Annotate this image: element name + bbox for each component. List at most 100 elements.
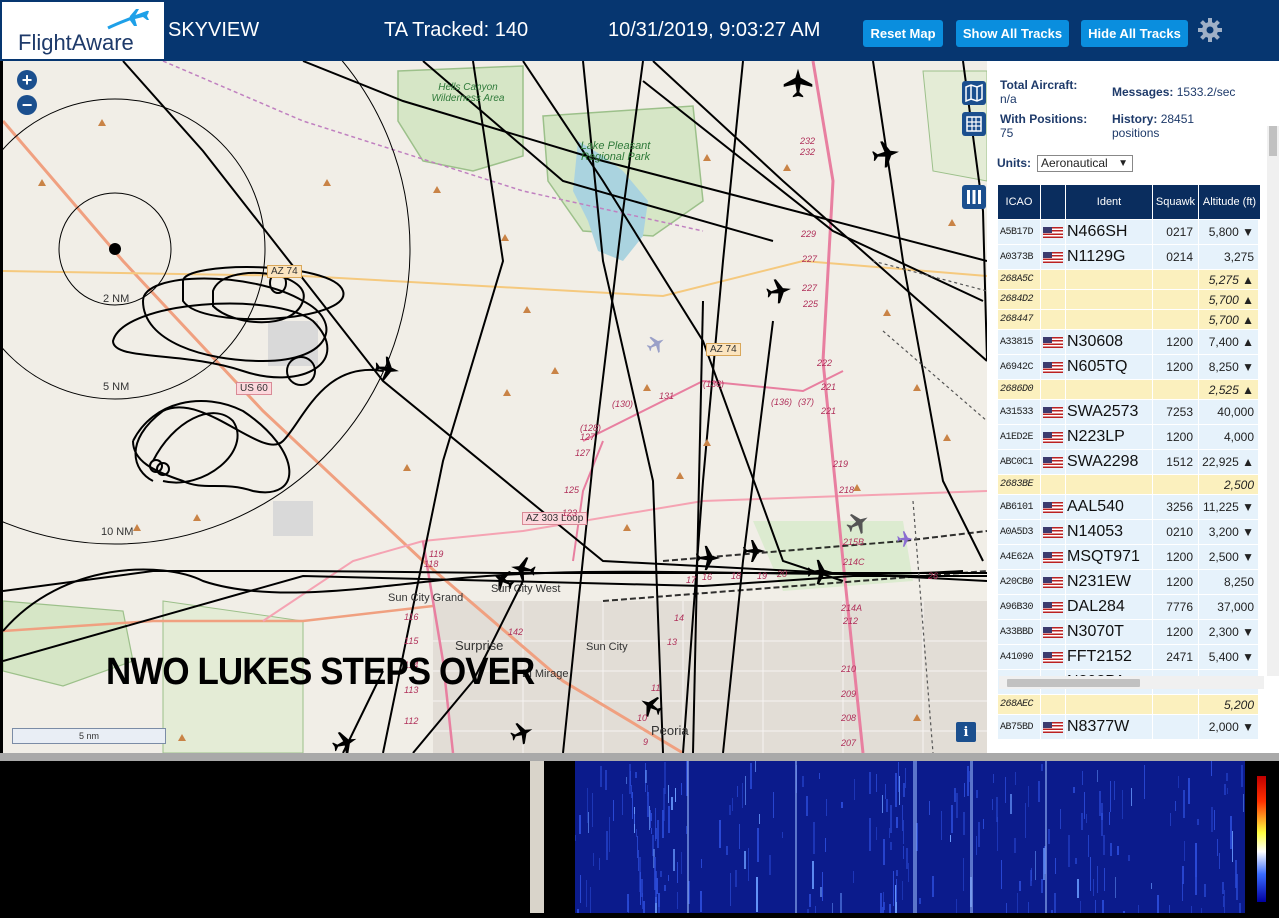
ident-cell: AAL540 xyxy=(1066,495,1153,519)
gear-icon[interactable] xyxy=(1197,17,1223,43)
column-header-ident[interactable]: Ident xyxy=(1066,185,1153,219)
history-label: History: xyxy=(1112,112,1158,126)
altitude-cell: 5,700 ▲ xyxy=(1199,310,1259,329)
zoom-out-button[interactable]: − xyxy=(17,95,37,115)
units-select[interactable]: Aeronautical ▼ xyxy=(1037,155,1133,172)
table-row[interactable]: A96B30 DAL284 7776 37,000 xyxy=(998,595,1261,620)
road-number: 210 xyxy=(841,664,857,674)
road-number: 9 xyxy=(643,737,649,747)
altitude-cell: 8,250 xyxy=(1199,570,1259,594)
icao-cell: AB75BD xyxy=(998,715,1041,739)
ident-cell: SWA2573 xyxy=(1066,400,1153,424)
ident-cell xyxy=(1066,270,1153,289)
map-layers-icon[interactable] xyxy=(962,81,986,105)
road-number: 221 xyxy=(821,382,837,392)
table-row[interactable]: 268447 5,700 ▲ xyxy=(998,310,1261,330)
table-vertical-scrollbar[interactable] xyxy=(1267,126,1279,676)
road-number: 127 xyxy=(575,448,591,458)
hide-all-tracks-button[interactable]: Hide All Tracks xyxy=(1081,20,1188,47)
table-row[interactable]: A4E62A MSQT971 1200 2,500 ▼ xyxy=(998,545,1261,570)
table-row[interactable]: A33815 N30608 1200 7,400 ▲ xyxy=(998,330,1261,355)
road-number: 221 xyxy=(821,406,837,416)
table-row[interactable]: A1ED2E N223LP 1200 4,000 xyxy=(998,425,1261,450)
table-row[interactable]: 2683BE 2,500 xyxy=(998,475,1261,495)
altitude-cell: 2,000 ▼ xyxy=(1199,715,1259,739)
squawk-cell: 1200 xyxy=(1153,425,1199,449)
datetime-display: 10/31/2019, 9:03:27 AM xyxy=(608,19,821,41)
us-flag-icon xyxy=(1043,601,1063,613)
column-header-squawk[interactable]: Squawk xyxy=(1153,185,1199,219)
vertical-scroll-thumb[interactable] xyxy=(1269,126,1277,156)
squawk-cell: 1200 xyxy=(1153,355,1199,379)
road-number: (136) xyxy=(703,379,725,389)
flag-cell xyxy=(1041,245,1066,269)
table-row[interactable]: A31533 SWA2573 7253 40,000 xyxy=(998,400,1261,425)
road-number: 119 xyxy=(429,549,444,559)
table-row[interactable]: 2684D2 5,700 ▲ xyxy=(998,290,1261,310)
table-header: ICAO Ident Squawk Altitude (ft) xyxy=(998,185,1261,219)
table-row[interactable]: AB6101 AAL540 3256 11,225 ▼ xyxy=(998,495,1261,520)
icao-cell: 268AEC xyxy=(998,695,1041,714)
app-title: SKYVIEW xyxy=(168,19,260,41)
icao-cell: A31533 xyxy=(998,400,1041,424)
us-flag-icon xyxy=(1043,526,1063,538)
road-number: 225 xyxy=(803,299,819,309)
table-row[interactable]: 268A5C 5,275 ▲ xyxy=(998,270,1261,290)
flag-cell xyxy=(1041,290,1066,309)
table-row[interactable]: A41090 FFT2152 2471 5,400 ▼ xyxy=(998,645,1261,670)
road-number: 123 xyxy=(562,508,578,518)
flag-cell xyxy=(1041,380,1066,399)
table-row[interactable]: A33BBD N3070T 1200 2,300 ▼ xyxy=(998,620,1261,645)
altitude-cell: 22,925 ▲ xyxy=(1199,450,1259,474)
table-row[interactable]: 268AEC 5,200 xyxy=(998,695,1261,715)
ident-cell xyxy=(1066,290,1153,309)
table-row[interactable]: ABC0C1 SWA2298 1512 22,925 ▲ xyxy=(998,450,1261,475)
altitude-cell: 11,225 ▼ xyxy=(1199,495,1259,519)
flag-cell xyxy=(1041,595,1066,619)
overlay-caption: NWO LUKES STEPS OVER xyxy=(106,651,535,693)
squawk-cell: 1200 xyxy=(1153,620,1199,644)
table-row[interactable]: A0373B N1129G 0214 3,275 xyxy=(998,245,1261,270)
info-icon[interactable]: i xyxy=(956,722,976,742)
messages-stat: Messages: 1533.2/sec xyxy=(1112,85,1235,99)
zoom-in-button[interactable]: + xyxy=(17,70,37,90)
road-number: 214A xyxy=(841,603,863,613)
altitude-cell: 2,300 ▼ xyxy=(1199,620,1259,644)
table-row[interactable]: 2686D0 2,525 ▲ xyxy=(998,380,1261,400)
table-row[interactable]: A5B17D N466SH 0217 5,800 ▼ xyxy=(998,220,1261,245)
column-header-icao[interactable]: ICAO xyxy=(998,185,1041,219)
column-header-flag[interactable] xyxy=(1041,185,1066,219)
altitude-cell: 7,400 ▲ xyxy=(1199,330,1259,354)
ident-cell: FFT2152 xyxy=(1066,645,1153,669)
icao-cell: 268447 xyxy=(998,310,1041,329)
columns-icon[interactable] xyxy=(962,185,986,209)
flag-cell xyxy=(1041,695,1066,714)
flightaware-logo[interactable]: FlightAware xyxy=(2,2,164,59)
table-row[interactable]: A6942C N605TQ 1200 8,250 ▼ xyxy=(998,355,1261,380)
ident-cell: MSQT971 xyxy=(1066,545,1153,569)
altitude-cell: 37,000 xyxy=(1199,595,1259,619)
table-row[interactable]: AB75BD N8377W 2,000 ▼ xyxy=(998,715,1261,740)
history-unit: positions xyxy=(1112,126,1160,140)
total-aircraft-value: n/a xyxy=(1000,92,1017,106)
ident-cell xyxy=(1066,310,1153,329)
squawk-cell: 3256 xyxy=(1153,495,1199,519)
panel-divider[interactable] xyxy=(0,753,1279,761)
squawk-cell: 0210 xyxy=(1153,520,1199,544)
map-view[interactable]: 2 NM 5 NM 10 NM Hells Canyon Wilderness … xyxy=(3,61,987,753)
road-number: 13 xyxy=(667,637,678,647)
reset-map-button[interactable]: Reset Map xyxy=(863,20,943,47)
grid-icon[interactable] xyxy=(962,112,986,136)
road-number: 232 xyxy=(800,147,816,157)
road-number: 26 xyxy=(928,571,939,581)
road-number: 218 xyxy=(839,485,855,495)
altitude-cell: 2,500 xyxy=(1199,475,1259,494)
table-row[interactable]: A0A5D3 N14053 0210 3,200 ▼ xyxy=(998,520,1261,545)
icao-cell: AB6101 xyxy=(998,495,1041,519)
horizontal-scroll-thumb[interactable] xyxy=(1007,679,1140,687)
table-row[interactable]: A20CB0 N231EW 1200 8,250 xyxy=(998,570,1261,595)
column-header-altitude[interactable]: Altitude (ft) xyxy=(1199,185,1261,219)
show-all-tracks-button[interactable]: Show All Tracks xyxy=(956,20,1069,47)
altitude-cell: 3,200 ▼ xyxy=(1199,520,1259,544)
logo-text: FlightAware xyxy=(18,30,134,55)
